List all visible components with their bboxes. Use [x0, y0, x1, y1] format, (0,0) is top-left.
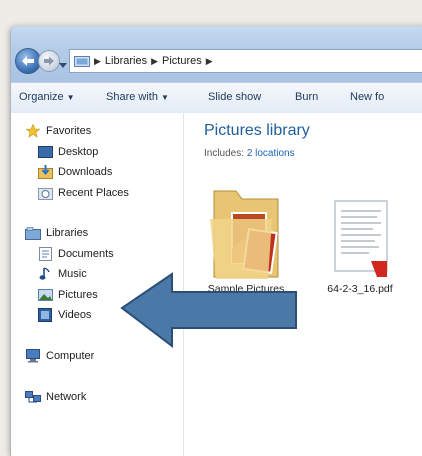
new-folder-button[interactable]: New fo	[350, 91, 384, 103]
slide-show-button[interactable]: Slide show	[208, 91, 261, 103]
command-bar: Organize ▼ Share with ▼ Slide show Burn Ne…	[11, 82, 422, 114]
address-bar[interactable]: ▶ Libraries ▶ Pictures ▶	[69, 49, 422, 73]
pictures-icon	[37, 288, 53, 302]
library-title: Pictures library	[204, 122, 310, 139]
videos-icon	[37, 308, 53, 322]
recent-pages-dropdown-icon[interactable]	[59, 56, 67, 74]
sidebar-item-network[interactable]: Network	[25, 390, 86, 404]
breadcrumb-separator-icon[interactable]: ▶	[151, 56, 158, 67]
forward-button[interactable]	[38, 50, 60, 72]
sidebar-item-videos[interactable]: Videos	[37, 308, 91, 322]
breadcrumb-libraries[interactable]: Libraries	[105, 55, 147, 67]
explorer-window: ▶ Libraries ▶ Pictures ▶ Organize ▼ Share…	[10, 26, 422, 456]
sidebar-item-downloads[interactable]: Downloads	[37, 165, 112, 179]
sidebar-item-desktop[interactable]: Desktop	[37, 145, 98, 159]
sidebar-item-libraries[interactable]: Libraries	[25, 226, 88, 240]
breadcrumb-pictures[interactable]: Pictures	[162, 55, 202, 67]
downloads-icon	[37, 165, 53, 179]
folder-icon	[201, 179, 291, 283]
computer-icon	[25, 349, 41, 363]
library-includes: Includes: 2 locations	[204, 148, 295, 159]
breadcrumb-separator-icon[interactable]: ▶	[206, 56, 213, 67]
desktop-icon	[37, 145, 53, 159]
arrow-left-icon	[120, 270, 302, 357]
burn-button[interactable]: Burn	[295, 91, 318, 103]
sidebar-item-computer[interactable]: Computer	[25, 349, 94, 363]
breadcrumb-separator-icon[interactable]: ▶	[94, 56, 101, 67]
share-with-menu[interactable]: Share with ▼	[106, 91, 169, 103]
sidebar-item-recent-places[interactable]: Recent Places	[37, 186, 129, 200]
sidebar-item-pictures[interactable]: Pictures	[37, 288, 98, 302]
pdf-file-icon	[320, 179, 400, 283]
forward-arrow-icon	[43, 56, 55, 66]
documents-icon	[37, 247, 53, 261]
sidebar-item-favorites[interactable]: Favorites	[25, 124, 91, 138]
libraries-icon	[25, 226, 41, 240]
music-note-icon	[37, 267, 53, 281]
back-arrow-icon	[21, 55, 35, 67]
sidebar-item-documents[interactable]: Documents	[37, 247, 114, 261]
recent-places-icon	[37, 186, 53, 200]
sidebar-item-music[interactable]: Music	[37, 267, 87, 281]
includes-locations-link[interactable]: 2 locations	[247, 148, 295, 159]
network-icon	[25, 390, 41, 404]
title-bar: ▶ Libraries ▶ Pictures ▶	[11, 26, 422, 82]
chevron-down-icon: ▼	[160, 93, 169, 102]
chevron-down-icon: ▼	[66, 93, 75, 102]
libraries-folder-icon	[74, 54, 90, 68]
organize-menu[interactable]: Organize ▼	[19, 91, 75, 103]
file-name: 64-2-3_16.pdf	[327, 283, 393, 295]
star-icon	[25, 124, 41, 138]
file-item-pdf[interactable]: 64-2-3_16.pdf	[320, 179, 400, 295]
